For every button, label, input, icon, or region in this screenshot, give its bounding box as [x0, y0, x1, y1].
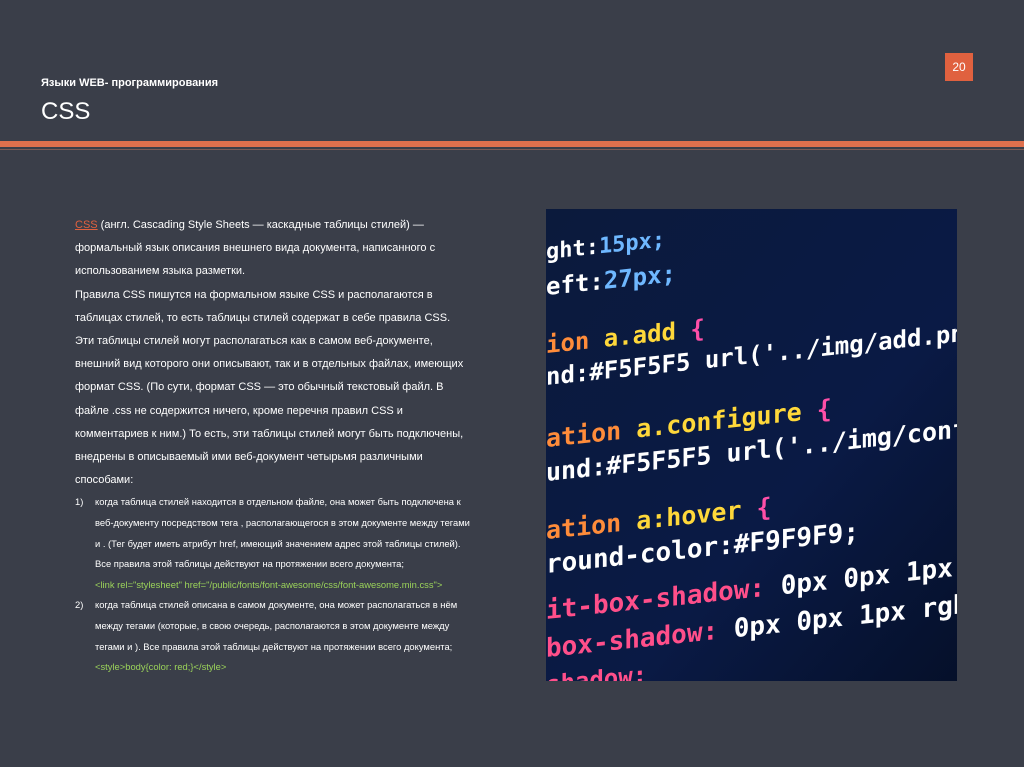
css-code-photo-graphic: 0px 0ght:15px;eft:27px;ion a.add {nd:#F5… — [546, 209, 957, 681]
list-item-text: когда таблица стилей находится в отдельн… — [95, 496, 470, 570]
header-divider — [0, 141, 1024, 147]
rules-paragraph: Правила CSS пишутся на формальном языке … — [75, 288, 451, 324]
css-code-photo: 0px 0ght:15px;eft:27px;ion a.add {nd:#F5… — [546, 209, 957, 681]
code-token: { — [817, 394, 832, 425]
intro-text: (англ. Cascading Style Sheets — каскадны… — [75, 219, 436, 278]
slide-body: CSS (англ. Cascading Style Sheets — каск… — [75, 214, 475, 678]
css-link[interactable]: CSS — [75, 219, 98, 231]
intro-paragraph: CSS (англ. Cascading Style Sheets — каск… — [75, 214, 475, 284]
code-example: <link rel="stylesheet" href="/public/fon… — [95, 578, 443, 590]
code-token: { — [690, 314, 704, 343]
list-item: 2) когда таблица стилей описана в самом … — [75, 595, 475, 677]
code-token: { — [757, 492, 772, 523]
list-item: 1) когда таблица стилей находится в отде… — [75, 492, 475, 595]
code-example: <style>body{color: red;}</style> — [95, 661, 227, 673]
placement-paragraph: Эти таблицы стилей могут располагаться к… — [75, 335, 464, 487]
slide-subtitle: Языки WEB- программирования — [41, 77, 219, 89]
slide-number: 20 — [945, 53, 973, 81]
list-item-number: 2) — [75, 599, 84, 611]
list-item-text: когда таблица стилей описана в самом док… — [95, 599, 458, 652]
header-divider-thin — [0, 149, 1024, 150]
list-item-number: 1) — [75, 496, 84, 508]
code-token: nd: — [546, 359, 589, 391]
slide-title: CSS — [41, 98, 91, 125]
methods-list: 1) когда таблица стилей находится в отде… — [75, 492, 475, 677]
